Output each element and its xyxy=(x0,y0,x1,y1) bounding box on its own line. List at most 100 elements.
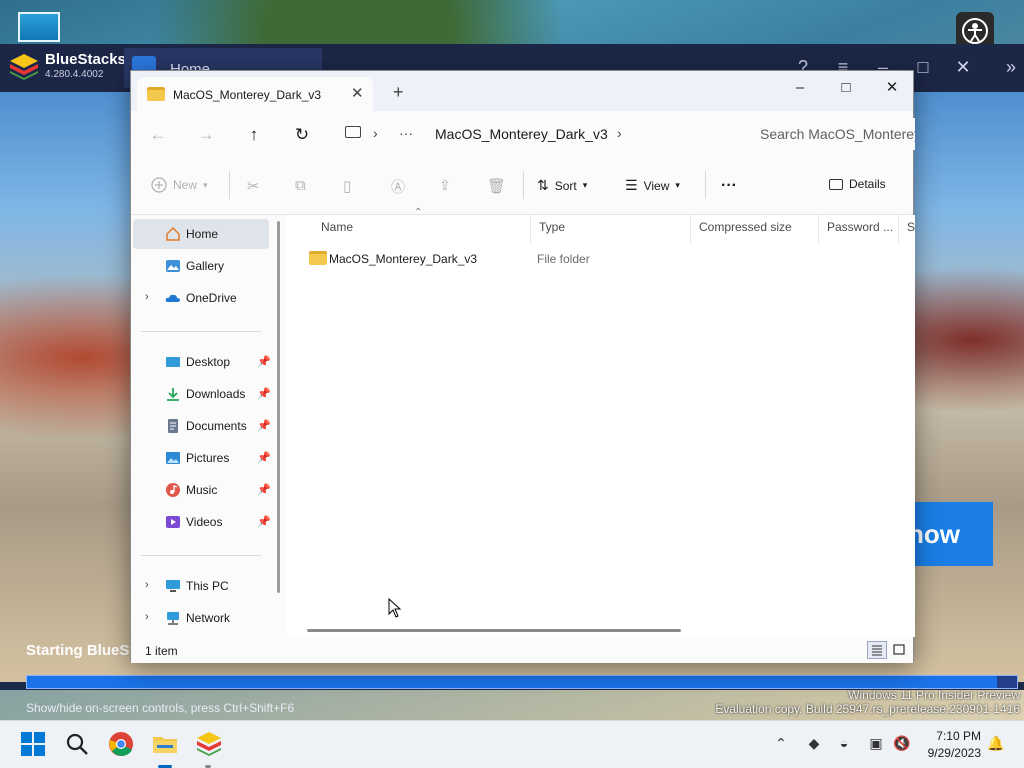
column-header-compressed[interactable]: Compressed size xyxy=(691,215,819,243)
pin-icon[interactable]: 📌 xyxy=(257,451,271,464)
nav-label-music: Music xyxy=(186,483,218,497)
nav-item-gallery[interactable]: Gallery xyxy=(133,251,269,281)
nav-label-onedrive: OneDrive xyxy=(186,291,237,305)
bluestacks-taskbar-icon[interactable] xyxy=(196,731,222,757)
chevron-right-icon[interactable]: › xyxy=(373,125,378,141)
sort-button[interactable]: ⇅ Sort ▾ xyxy=(537,177,587,194)
command-bar: New ▾ ✂ ⧉ ▯ Ⓐ ⇪ 🗑 ⇅ Sort ▾ ☰ View ▾ ··· … xyxy=(131,157,913,215)
column-header-size[interactable]: Si xyxy=(899,215,915,243)
nav-item-home[interactable]: Home xyxy=(133,219,269,249)
trash-icon: 🗑 xyxy=(487,178,507,195)
show-hidden-icons-chevron-icon[interactable]: ⌃ xyxy=(771,735,791,755)
address-input[interactable]: › ··· MacOS_Monterey_Dark_v3 › xyxy=(337,118,731,150)
nav-scrollbar[interactable] xyxy=(277,221,280,593)
sort-label: Sort xyxy=(554,178,577,193)
start-windows-icon[interactable] xyxy=(20,731,46,757)
desktop-icon xyxy=(166,357,180,367)
search-icon[interactable] xyxy=(64,731,90,757)
home-icon xyxy=(166,226,180,241)
view-label: View xyxy=(643,178,670,193)
up-arrow-icon[interactable]: ↑ xyxy=(243,124,265,146)
nav-label-downloads: Downloads xyxy=(186,387,246,401)
nav-item-videos[interactable]: Videos 📌 xyxy=(133,507,271,537)
minimize-icon[interactable]: – xyxy=(777,75,823,101)
pin-icon[interactable]: 📌 xyxy=(257,355,271,368)
scissors-icon: ✂ xyxy=(247,178,260,195)
tab-close-icon[interactable]: ✕ xyxy=(351,84,364,102)
chevron-down-icon: ▾ xyxy=(675,180,680,190)
file-list: ⌃ Name Type Compressed size Password ...… xyxy=(287,207,915,637)
desktop-shortcut-icon[interactable] xyxy=(18,12,60,42)
delete-button[interactable]: 🗑 xyxy=(487,177,506,195)
pin-icon[interactable]: 📌 xyxy=(257,419,271,432)
maximize-icon[interactable]: □ xyxy=(823,75,869,101)
folder-icon xyxy=(147,87,165,101)
copy-button[interactable]: ⧉ xyxy=(295,177,306,194)
column-header-name[interactable]: Name xyxy=(313,215,531,243)
nav-item-downloads[interactable]: Downloads 📌 xyxy=(133,379,271,409)
close-icon[interactable]: ✕ xyxy=(950,54,976,80)
chevron-right-icon[interactable]: › xyxy=(617,125,622,141)
search-placeholder: Search MacOS_Monterey_Dark_v3 xyxy=(760,126,915,142)
tiles-icon xyxy=(893,644,905,655)
explorer-tab[interactable]: MacOS_Monterey_Dark_v3 ✕ xyxy=(137,77,373,111)
close-icon[interactable]: ✕ xyxy=(869,75,915,101)
view-button[interactable]: ☰ View ▾ xyxy=(625,177,680,194)
notification-bell-icon[interactable]: 🔔 xyxy=(986,735,1006,755)
search-input[interactable]: Search MacOS_Monterey_Dark_v3 xyxy=(737,118,915,150)
nav-item-documents[interactable]: Documents 📌 xyxy=(133,411,271,441)
network-status-icon[interactable]: ◒ xyxy=(834,735,854,755)
tiles-view-button[interactable] xyxy=(889,641,909,659)
column-header-type[interactable]: Type xyxy=(531,215,691,243)
nav-item-desktop[interactable]: Desktop 📌 xyxy=(133,347,271,377)
rename-button[interactable]: Ⓐ xyxy=(391,177,405,197)
breadcrumb-more[interactable]: ··· xyxy=(399,125,413,141)
bluestacks-name: BlueStacks xyxy=(45,51,126,68)
item-count: 1 item xyxy=(145,644,178,658)
pin-icon[interactable]: 📌 xyxy=(257,515,271,528)
volume-muted-icon[interactable]: 🔇 xyxy=(892,735,912,755)
file-explorer-icon[interactable] xyxy=(152,731,178,757)
details-button[interactable]: Details xyxy=(829,177,886,191)
nav-item-onedrive[interactable]: › OneDrive xyxy=(133,283,269,313)
back-arrow-icon[interactable]: ← xyxy=(147,124,169,146)
table-row[interactable]: MacOS_Monterey_Dark_v3 File folder xyxy=(301,248,901,270)
more-options-button[interactable]: ··· xyxy=(721,177,737,195)
chevron-right-icon[interactable]: › xyxy=(145,611,149,623)
chevron-right-icon[interactable]: › xyxy=(145,579,149,591)
bluestacks-tray-icon[interactable]: ◆ xyxy=(804,735,824,755)
new-label: New xyxy=(173,178,198,192)
paste-button[interactable]: ▯ xyxy=(343,177,351,195)
pin-icon[interactable]: 📌 xyxy=(257,387,271,400)
pin-icon[interactable]: 📌 xyxy=(257,483,271,496)
details-view-button[interactable] xyxy=(867,641,887,659)
cut-button[interactable]: ✂ xyxy=(247,177,260,195)
nav-item-network[interactable]: › Network xyxy=(133,603,269,633)
network-icon xyxy=(167,612,179,625)
divider xyxy=(229,171,230,199)
bluestacks-logo-icon xyxy=(10,54,38,80)
share-button[interactable]: ⇪ xyxy=(439,177,451,194)
breadcrumb-current[interactable]: MacOS_Monterey_Dark_v3 xyxy=(435,126,608,142)
new-button[interactable]: New ▾ xyxy=(151,177,208,193)
address-bar: ← → ↑ ↻ › ··· MacOS_Monterey_Dark_v3 › S… xyxy=(131,111,915,157)
forward-arrow-icon[interactable]: → xyxy=(195,124,217,146)
refresh-icon[interactable]: ↻ xyxy=(291,124,313,146)
expand-sidebar-icon[interactable]: » xyxy=(998,54,1024,80)
chrome-icon[interactable] xyxy=(108,731,134,757)
chevron-right-icon[interactable]: › xyxy=(145,291,149,303)
chevron-down-icon: ▾ xyxy=(203,179,208,190)
display-icon[interactable]: ▣ xyxy=(866,735,886,755)
cloud-icon xyxy=(165,294,180,302)
clock-time[interactable]: 7:10 PM xyxy=(935,729,981,743)
explorer-titlebar: MacOS_Monterey_Dark_v3 ✕ + – □ ✕ xyxy=(131,71,913,111)
divider xyxy=(705,171,706,199)
new-tab-icon[interactable]: + xyxy=(393,83,404,101)
nav-item-music[interactable]: Music 📌 xyxy=(133,475,271,505)
nav-item-thispc[interactable]: › This PC xyxy=(133,571,269,601)
nav-item-pictures[interactable]: Pictures 📌 xyxy=(133,443,271,473)
horizontal-scrollbar[interactable] xyxy=(307,629,681,632)
clock-date[interactable]: 9/29/2023 xyxy=(920,746,981,760)
download-icon xyxy=(167,388,179,401)
column-header-password[interactable]: Password ... xyxy=(819,215,899,243)
